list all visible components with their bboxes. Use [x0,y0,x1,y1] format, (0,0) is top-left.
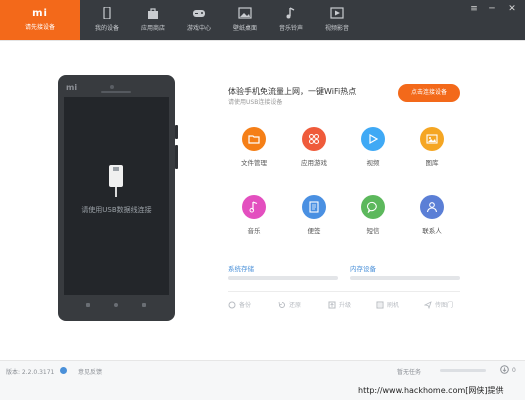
app-label: 便签 [307,227,321,235]
app-notes[interactable]: 便签 [291,195,337,235]
flash-icon [376,301,384,308]
feedback-link[interactable]: 意见反馈 [78,367,102,376]
app-apps-games[interactable]: 应用游戏 [291,127,337,167]
gamepad-icon [193,10,205,17]
tab-video[interactable]: 视频影音 [314,0,360,40]
contact-icon [420,195,444,219]
music-icon [242,195,266,219]
phone-brand-logo: mi [66,83,78,92]
phone-speaker [101,91,131,93]
app-messages[interactable]: 短信 [350,195,396,235]
phone-camera [110,85,114,89]
mi-logo: mi [32,8,48,19]
task-progress-bar [440,369,486,372]
system-storage-label: 系统存储 [228,265,254,273]
tab-label: 游戏中心 [186,25,211,32]
brand-subtitle: 请先接设备 [24,24,55,31]
app-label: 文件管理 [241,159,267,167]
tab-label: 视频影音 [324,25,349,32]
promo-subline: 请使用USB连接设备 [228,99,283,106]
shopping-bag-icon [148,8,158,19]
internal-storage-label: 内存设备 [350,265,376,273]
tab-label: 音乐铃声 [278,25,303,32]
app-label: 应用游戏 [301,159,327,167]
tab-music-ringtone[interactable]: 音乐铃声 [268,0,314,40]
app-gallery[interactable]: 图库 [409,127,455,167]
flash-button[interactable]: 刷机 [376,300,399,309]
connect-usb-message: 请使用USB数据线连接 [81,206,152,214]
upgrade-button[interactable]: 升级 [328,300,351,309]
phone-back-key [142,303,146,307]
app-label: 联系人 [422,227,442,235]
menu-button[interactable]: ≡ [468,4,480,14]
close-button[interactable]: ✕ [506,4,518,14]
folder-icon [242,127,266,151]
message-icon [361,195,385,219]
brand-device-button[interactable]: mi 请先接设备 [0,0,80,40]
send-icon [424,300,432,309]
tab-label: 我的设备 [94,25,119,32]
phone-illustration: mi 请使用USB数据线连接 [58,75,178,321]
action-label: 传图门 [435,302,454,309]
backup-button[interactable]: 备份 [228,300,251,309]
upgrade-icon [328,301,336,308]
tab-label: 应用商店 [140,25,165,32]
action-label: 备份 [239,302,252,309]
tab-wallpaper[interactable]: 壁纸桌面 [222,0,268,40]
phone-icon [103,7,111,19]
update-badge-icon[interactable] [60,367,67,374]
usb-cable-icon [109,165,123,197]
task-count: 0 [512,367,516,374]
action-label: 刷机 [387,302,400,309]
download-icon[interactable] [500,365,509,374]
tab-my-device[interactable]: 我的设备 [84,0,130,40]
promo-headline: 体验手机免流量上网，一键WiFi热点 [228,87,357,96]
phone-side-button [175,145,178,169]
phone-side-button [175,125,178,139]
app-label: 音乐 [247,227,261,235]
restore-button[interactable]: 还原 [278,300,301,309]
task-status-label: 暂无任务 [397,369,422,376]
tab-label: 壁纸桌面 [232,25,257,32]
apps-grid-icon [302,127,326,151]
phone-home-key [114,303,118,307]
app-label: 视频 [366,159,380,167]
internal-storage-bar [350,276,460,280]
app-contacts[interactable]: 联系人 [409,195,455,235]
play-icon [361,127,385,151]
backup-icon [228,301,236,308]
action-label: 还原 [289,302,302,309]
connect-device-button[interactable]: 点击连接设备 [398,84,460,102]
tab-app-store[interactable]: 应用商店 [130,0,176,40]
note-icon [302,195,326,219]
action-label: 升级 [339,302,352,309]
image-icon [238,7,252,19]
app-music[interactable]: 音乐 [231,195,277,235]
picture-icon [420,127,444,151]
system-storage-bar [228,276,338,280]
music-note-icon [286,7,295,19]
tab-game-center[interactable]: 游戏中心 [176,0,222,40]
app-video[interactable]: 视频 [350,127,396,167]
header-divider [0,40,525,41]
minimize-button[interactable]: ─ [486,4,498,14]
site-watermark: http://www.hackhome.com[网侠]提供 [358,386,504,395]
send-image-button[interactable]: 传图门 [424,300,453,309]
video-icon [330,7,344,19]
restore-icon [278,301,285,308]
app-label: 图库 [425,159,439,167]
top-nav-bar: mi 请先接设备 我的设备 应用商店 游戏中心 壁纸桌面 音乐铃声 视频影音 ≡… [0,0,525,40]
phone-screen: 请使用USB数据线连接 [64,97,169,295]
app-file-manager[interactable]: 文件管理 [231,127,277,167]
app-label: 短信 [366,227,380,235]
actions-divider [228,291,460,292]
version-label: 版本: 2.2.0.3171 [6,369,55,376]
phone-menu-key [86,303,90,307]
